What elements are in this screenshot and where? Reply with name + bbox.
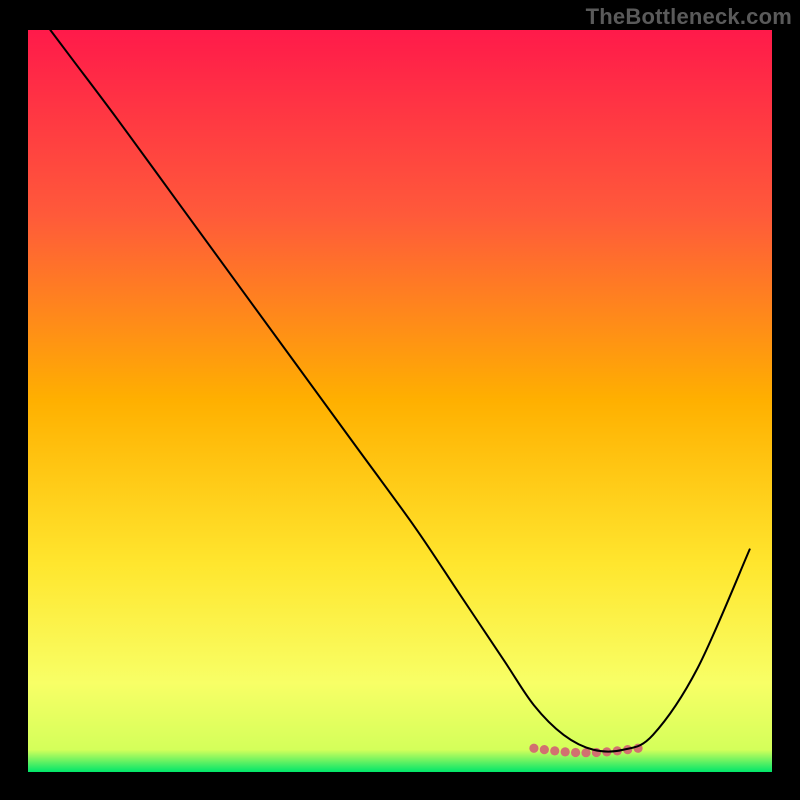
chart-svg [0,0,800,800]
trough-dot [540,745,549,754]
trough-dot [550,746,559,755]
watermark-text: TheBottleneck.com [586,4,792,30]
plot-background [28,30,772,772]
trough-dot [529,744,538,753]
trough-dot [571,748,580,757]
trough-dot [561,747,570,756]
bottleneck-chart: TheBottleneck.com [0,0,800,800]
